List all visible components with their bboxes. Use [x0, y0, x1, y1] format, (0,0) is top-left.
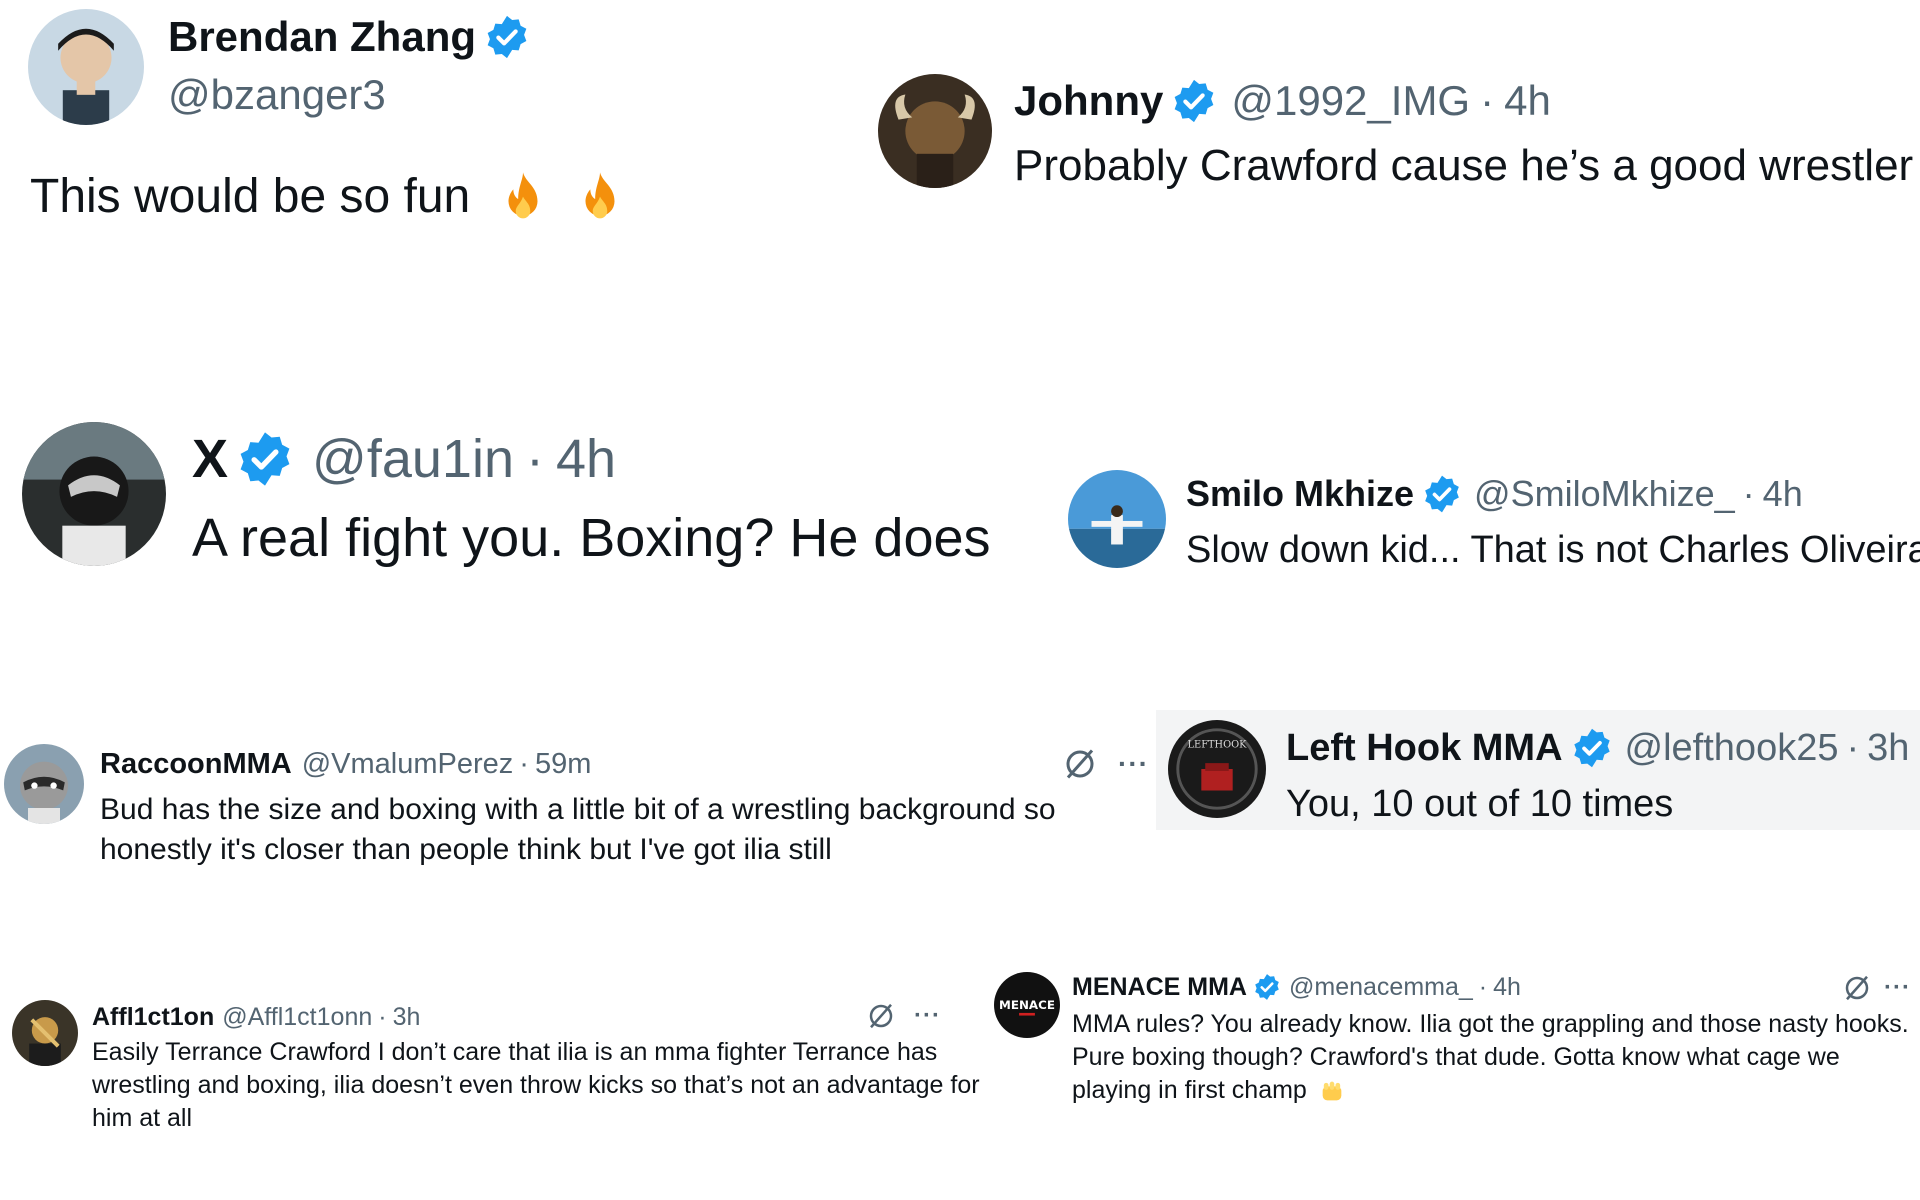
separator-dot: · [1478, 972, 1488, 1001]
more-options-icon[interactable]: ··· [1118, 748, 1149, 780]
tweet-text: Bud has the size and boxing with a littl… [100, 793, 1056, 866]
author-name[interactable]: Brendan Zhang [168, 13, 476, 61]
author-name[interactable]: Affl1ct1on [92, 1003, 214, 1032]
tweet-header: Left Hook MMA @lefthook25 · 3h [1286, 722, 1909, 774]
tweet-header: MENACE MMA @menacemma_ · 4h [1072, 970, 1521, 1004]
more-options-icon[interactable]: ··· [1884, 974, 1911, 1002]
tweet-header: Affl1ct1on @Affl1ct1onn · 3h [92, 1000, 420, 1034]
author-name[interactable]: RaccoonMMA [100, 748, 292, 781]
author-handle[interactable]: @SmiloMkhize_ [1474, 473, 1735, 515]
timestamp[interactable]: 3h [393, 1003, 421, 1032]
author-handle[interactable]: @bzanger3 [168, 71, 386, 119]
grok-icon[interactable] [1842, 973, 1872, 1003]
tweet-header: Smilo Mkhize @SmiloMkhize_ · 4h [1186, 472, 1803, 516]
author-handle[interactable]: @1992_IMG [1231, 77, 1470, 125]
tweet-text: Slow down kid... That is not Charles Oli… [1186, 529, 1920, 571]
author-handle[interactable]: @Affl1ct1onn [222, 1003, 372, 1032]
tweet-text: Probably Crawford cause he’s a good wres… [1014, 141, 1914, 190]
author-handle[interactable]: @lefthook25 [1625, 727, 1839, 770]
separator-dot: · [1742, 473, 1755, 514]
tweet-body: MMA rules? You already know. Ilia got th… [1072, 1010, 1909, 1104]
verified-badge-icon [1253, 973, 1281, 1001]
more-options-icon[interactable]: ··· [914, 1002, 941, 1030]
avatar[interactable] [12, 1000, 78, 1066]
verified-badge-icon [1422, 474, 1462, 514]
avatar[interactable]: MENACE [994, 972, 1060, 1038]
grok-icon[interactable] [866, 1001, 896, 1031]
timestamp[interactable]: 4h [1763, 473, 1803, 515]
tweet-text: A real fight you. Boxing? He does [192, 508, 991, 568]
fist-emoji-icon [1318, 1077, 1346, 1105]
verified-badge-icon [236, 430, 294, 488]
avatar[interactable]: LEFTHOOK [1168, 720, 1266, 818]
tweet-body: This would be so fun [30, 170, 471, 223]
verified-badge-icon [1571, 727, 1613, 769]
timestamp[interactable]: 4h [1493, 973, 1521, 1002]
handle-row: @bzanger3 [168, 70, 386, 120]
timestamp[interactable]: 3h [1867, 727, 1909, 770]
author-handle[interactable]: @menacemma_ [1289, 973, 1473, 1002]
author-handle[interactable]: @fau1in [312, 428, 514, 490]
tweet-text: You, 10 out of 10 times [1286, 783, 1674, 825]
separator-dot: · [525, 429, 544, 489]
tweet-actions: ··· [1842, 970, 1911, 1006]
author-name[interactable]: Left Hook MMA [1286, 727, 1563, 770]
avatar[interactable] [878, 74, 992, 188]
verified-badge-icon [484, 14, 530, 60]
avatar-text: LEFTHOOK [1188, 739, 1248, 750]
timestamp[interactable]: 59m [535, 748, 591, 781]
separator-dot: · [1480, 77, 1495, 124]
verified-badge-icon [1171, 78, 1217, 124]
author-name[interactable]: Smilo Mkhize [1186, 473, 1414, 515]
avatar[interactable] [4, 744, 84, 824]
fire-emoji-icon [494, 170, 552, 228]
author-handle[interactable]: @VmalumPerez [302, 748, 514, 781]
tweet-actions: ··· [1062, 744, 1149, 784]
tweet-text: This would be so fun [30, 168, 629, 228]
avatar[interactable] [1068, 470, 1166, 568]
tweet-header: X @fau1in · 4h [192, 428, 616, 490]
tweet-header: RaccoonMMA @VmalumPerez · 59m [100, 746, 591, 782]
author-name[interactable]: MENACE MMA [1072, 973, 1247, 1002]
fire-emoji-icon [571, 170, 629, 228]
timestamp[interactable]: 4h [1504, 77, 1551, 125]
tweet-text: Easily Terrance Crawford I don’t care th… [92, 1038, 980, 1132]
author-name[interactable]: Johnny [1014, 77, 1163, 125]
author-name[interactable]: X [192, 428, 228, 490]
grok-icon[interactable] [1062, 746, 1098, 782]
tweet-actions: ··· [866, 998, 941, 1034]
separator-dot: · [378, 1002, 387, 1031]
tweet-text: MMA rules? You already know. Ilia got th… [1072, 1008, 1918, 1107]
tweet-header: Brendan Zhang [168, 12, 530, 62]
avatar[interactable] [22, 422, 166, 566]
avatar-text: MENACE [999, 998, 1055, 1012]
separator-dot: · [1846, 726, 1860, 769]
timestamp[interactable]: 4h [556, 428, 616, 490]
avatar[interactable] [28, 9, 144, 125]
tweet-header: Johnny @1992_IMG · 4h [1014, 76, 1551, 126]
separator-dot: · [519, 747, 529, 780]
